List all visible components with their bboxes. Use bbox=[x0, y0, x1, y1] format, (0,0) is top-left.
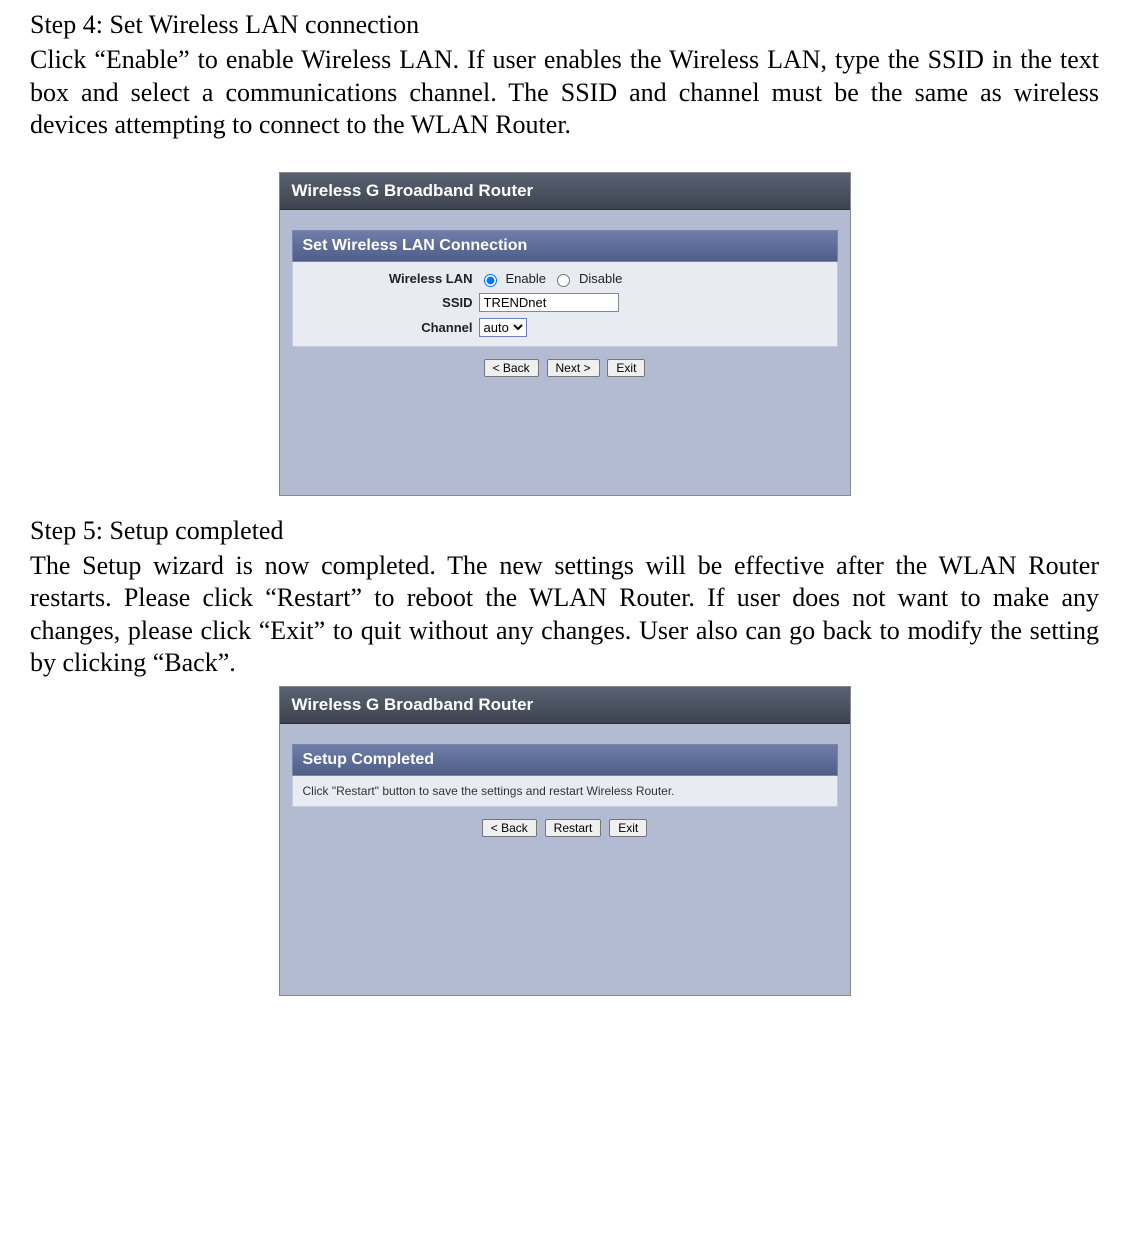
disable-radio-label: Disable bbox=[579, 271, 622, 286]
next-button[interactable]: Next > bbox=[547, 359, 600, 377]
channel-label: Channel bbox=[303, 320, 479, 335]
restart-button[interactable]: Restart bbox=[545, 819, 602, 837]
exit-button-2[interactable]: Exit bbox=[609, 819, 647, 837]
panel2-section-title: Setup Completed bbox=[292, 744, 838, 776]
panel1-section-title: Set Wireless LAN Connection bbox=[292, 230, 838, 262]
panel2-instruction: Click "Restart" button to save the setti… bbox=[292, 776, 838, 807]
panel1-header: Wireless G Broadband Router bbox=[280, 173, 850, 210]
step5-title: Step 5: Setup completed bbox=[30, 516, 1099, 546]
ssid-input[interactable] bbox=[479, 293, 619, 312]
exit-button[interactable]: Exit bbox=[607, 359, 645, 377]
back-button[interactable]: < Back bbox=[484, 359, 539, 377]
enable-radio[interactable] bbox=[484, 274, 497, 287]
back-button-2[interactable]: < Back bbox=[482, 819, 537, 837]
channel-select[interactable]: auto bbox=[479, 318, 527, 337]
wlan-panel: Wireless G Broadband Router Set Wireless… bbox=[279, 172, 851, 496]
enable-radio-label: Enable bbox=[506, 271, 546, 286]
disable-radio[interactable] bbox=[557, 274, 570, 287]
panel2-header: Wireless G Broadband Router bbox=[280, 687, 850, 724]
wlan-label: Wireless LAN bbox=[303, 271, 479, 286]
step4-body: Click “Enable” to enable Wireless LAN. I… bbox=[30, 44, 1099, 142]
panel1-form: Wireless LAN Enable Disable SSID Channel bbox=[292, 262, 838, 347]
complete-panel: Wireless G Broadband Router Setup Comple… bbox=[279, 686, 851, 996]
step5-body: The Setup wizard is now completed. The n… bbox=[30, 550, 1099, 680]
step4-title: Step 4: Set Wireless LAN connection bbox=[30, 10, 1099, 40]
ssid-label: SSID bbox=[303, 295, 479, 310]
